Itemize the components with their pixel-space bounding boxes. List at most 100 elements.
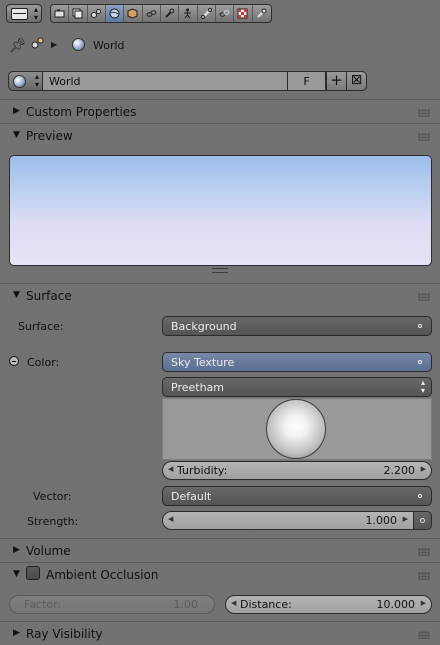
- tab-material[interactable]: [234, 5, 253, 22]
- world-name-field[interactable]: World: [42, 71, 288, 91]
- tab-object[interactable]: [124, 5, 143, 22]
- world-icon: [13, 75, 26, 88]
- chevron-updown-icon: ▴ ▾: [34, 72, 39, 89]
- decrement-arrow-icon[interactable]: ◀: [168, 515, 173, 523]
- chevron-updown-icon: ▴ ▾: [420, 378, 425, 395]
- turbidity-label: Turbidity:: [177, 464, 228, 477]
- panel-title: Custom Properties: [26, 105, 137, 119]
- drag-grip-icon[interactable]: [418, 572, 430, 580]
- increment-arrow-icon[interactable]: ▶: [403, 515, 408, 523]
- scene-icon: [90, 9, 101, 18]
- socket-dot-icon: [418, 324, 422, 328]
- drag-grip-icon[interactable]: [418, 293, 430, 301]
- ambient-occlusion-checkbox[interactable]: [26, 566, 40, 580]
- tab-render[interactable]: [51, 5, 70, 22]
- plus-icon: +: [330, 71, 343, 89]
- socket-dot-icon: [418, 494, 422, 498]
- panel-title: Surface: [26, 289, 72, 303]
- tab-constraints[interactable]: [143, 5, 161, 22]
- tab-world[interactable]: [105, 5, 125, 22]
- scene-context-icon: [31, 37, 44, 49]
- collapse-arrow-icon: ▼: [13, 130, 20, 140]
- ao-distance-label: Distance:: [240, 598, 292, 611]
- panel-title: Ray Visibility: [26, 627, 103, 641]
- increment-arrow-icon[interactable]: ▶: [421, 465, 426, 473]
- bone-icon: [200, 8, 212, 19]
- surface-shader-field[interactable]: Background: [162, 316, 432, 336]
- tab-scene[interactable]: [88, 5, 106, 22]
- strength-socket-button[interactable]: [413, 511, 432, 530]
- context-tabs: [50, 4, 272, 23]
- collapse-arrow-icon: ▼: [13, 569, 20, 579]
- collapse-arrow-icon: ▼: [13, 290, 20, 300]
- expand-arrow-icon: ▶: [13, 106, 20, 116]
- panel-ambient-occlusion[interactable]: ▼ Ambient Occlusion: [0, 562, 440, 586]
- surface-shader-value: Background: [171, 320, 237, 333]
- decrement-arrow-icon[interactable]: ◀: [168, 465, 173, 473]
- panel-surface[interactable]: ▼ Surface: [0, 283, 440, 307]
- camera-icon: [54, 9, 65, 18]
- chevron-updown-icon: ▴ ▾: [33, 5, 38, 22]
- socket-dot-icon: [420, 518, 425, 523]
- strength-field[interactable]: ◀ 1.000 ▶: [162, 511, 414, 530]
- turbidity-field[interactable]: ◀ Turbidity: 2.200 ▶: [162, 461, 432, 480]
- color-input-field[interactable]: Sky Texture: [162, 352, 432, 372]
- new-world-button[interactable]: +: [326, 71, 347, 91]
- socket-dot-icon: [418, 360, 422, 364]
- panel-custom-properties[interactable]: ▶ Custom Properties: [0, 99, 440, 123]
- decrement-arrow-icon[interactable]: ◀: [231, 599, 236, 607]
- preview-resize-handle[interactable]: [212, 268, 228, 273]
- drag-grip-icon[interactable]: [418, 631, 430, 639]
- panel-ray-visibility[interactable]: ▶ Ray Visibility: [0, 621, 440, 645]
- render-layers-icon: [72, 8, 83, 19]
- panel-volume[interactable]: ▶ Volume: [0, 538, 440, 562]
- panel-title: Ambient Occlusion: [46, 568, 159, 582]
- unlink-world-button[interactable]: ⊠: [346, 71, 367, 91]
- tab-texture[interactable]: [253, 5, 271, 22]
- object-cube-icon: [127, 8, 138, 19]
- increment-arrow-icon[interactable]: ▶: [421, 599, 426, 607]
- vector-label: Vector:: [33, 490, 72, 503]
- color-input-value: Sky Texture: [171, 356, 235, 369]
- panel-title: Preview: [26, 129, 73, 143]
- pin-icon[interactable]: 📌︎: [9, 38, 27, 54]
- constraint-link-icon: [146, 10, 157, 17]
- collapse-node-icon[interactable]: [9, 356, 19, 366]
- expand-arrow-icon: ▶: [13, 628, 20, 638]
- ao-factor-field[interactable]: Factor: 1.00: [9, 595, 215, 614]
- panel-title: Volume: [26, 544, 71, 558]
- world-icon: [109, 8, 120, 19]
- texture-brush-icon: [256, 8, 267, 18]
- surface-label: Surface:: [18, 320, 64, 333]
- tab-modifiers[interactable]: [161, 5, 180, 22]
- editor-type-button[interactable]: ▴ ▾: [6, 4, 42, 23]
- close-icon: ⊠: [350, 72, 363, 88]
- ao-distance-value: 10.000: [376, 598, 416, 611]
- ao-distance-field[interactable]: ◀ Distance: 10.000 ▶: [225, 595, 432, 614]
- color-label: Color:: [27, 356, 60, 369]
- panel-preview[interactable]: ▼ Preview: [0, 123, 440, 147]
- drag-grip-icon[interactable]: [418, 548, 430, 556]
- ao-factor-value: 1.00: [173, 598, 199, 611]
- drag-grip-icon[interactable]: [418, 109, 430, 117]
- tab-render-layers[interactable]: [69, 5, 88, 22]
- vector-input-field[interactable]: Default: [162, 486, 432, 506]
- vector-input-value: Default: [171, 490, 212, 503]
- material-checker-icon: [237, 8, 248, 19]
- world-preview-image: [9, 155, 432, 266]
- expand-arrow-icon: ▶: [13, 545, 20, 555]
- sky-type-dropdown[interactable]: Preetham ▴ ▾: [162, 377, 432, 397]
- drag-grip-icon[interactable]: [418, 133, 430, 141]
- tab-bone-constraints[interactable]: [216, 5, 235, 22]
- fake-user-button[interactable]: F: [287, 71, 326, 91]
- wrench-icon: [165, 8, 175, 18]
- world-browse-button[interactable]: ▴ ▾: [8, 71, 43, 91]
- tab-bone[interactable]: [198, 5, 216, 22]
- sun-direction-ball[interactable]: [266, 399, 326, 459]
- breadcrumb-arrow-icon: ▶: [51, 40, 58, 49]
- breadcrumb-world: World: [93, 39, 125, 52]
- armature-icon: [184, 8, 192, 19]
- tab-object-data[interactable]: [179, 5, 198, 22]
- properties-editor-icon: [11, 8, 28, 20]
- turbidity-value: 2.200: [383, 464, 416, 477]
